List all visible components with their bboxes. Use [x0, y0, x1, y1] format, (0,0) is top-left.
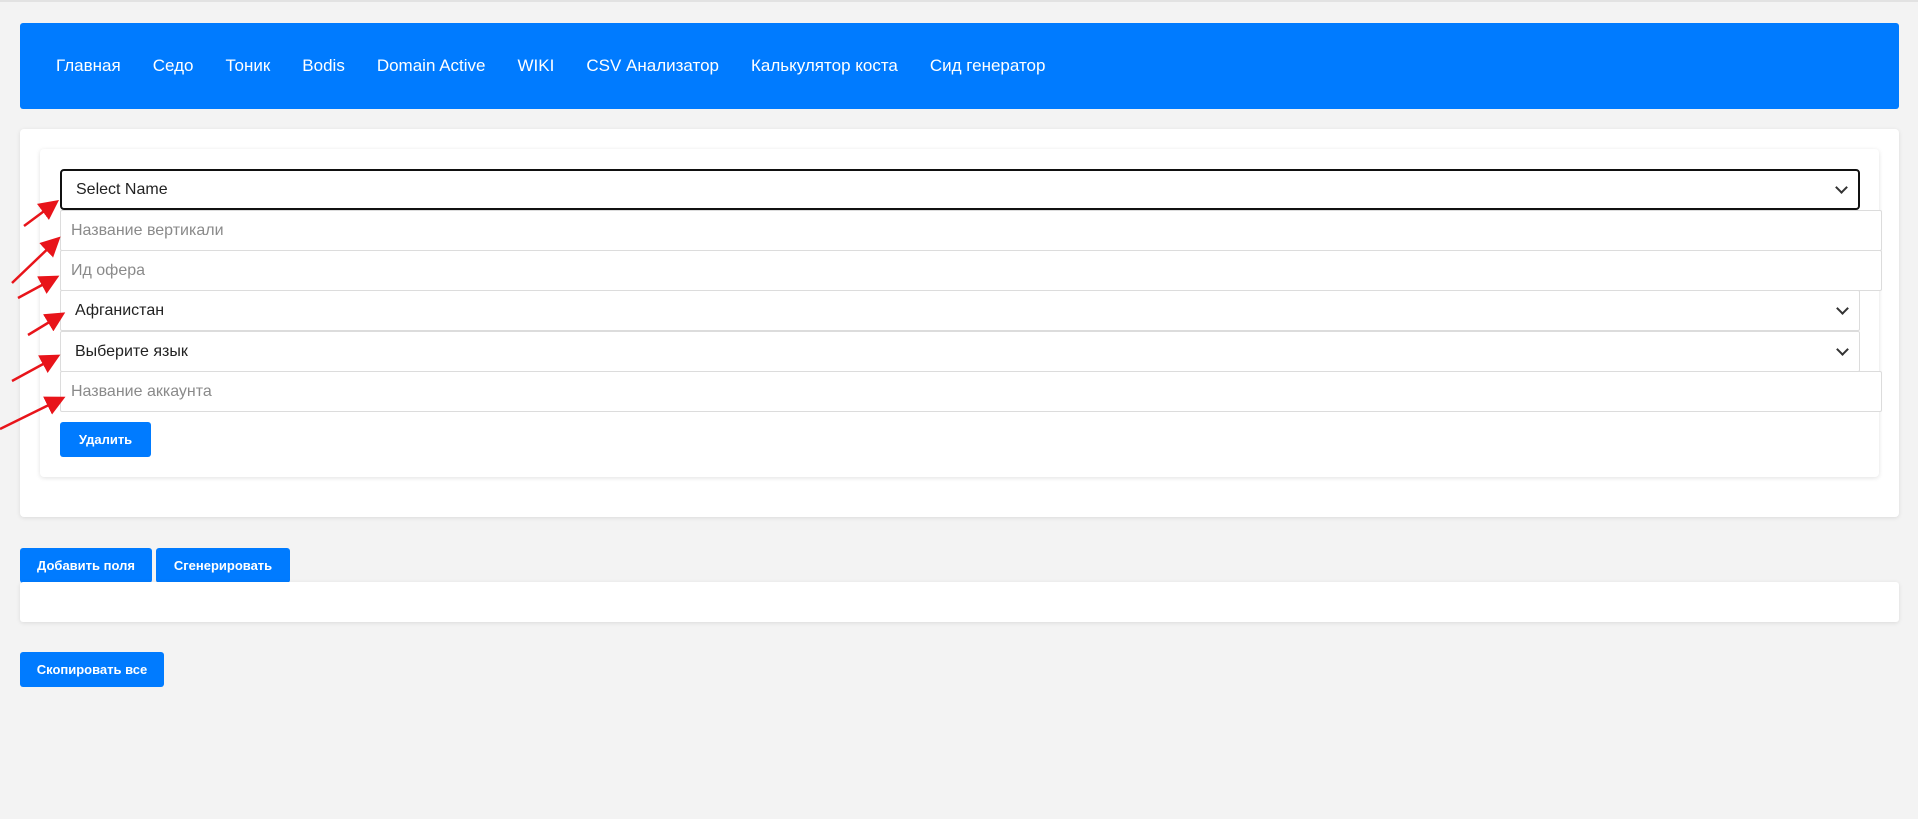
offer-id-input[interactable]: Ид офера [60, 250, 1882, 291]
top-border [0, 0, 1918, 2]
nav-link-bodis[interactable]: Bodis [302, 56, 345, 76]
fields-container: Select Name Название вертикали Ид офера … [20, 129, 1899, 517]
nav-link-cost-calculator[interactable]: Калькулятор коста [751, 56, 898, 76]
nav-link-sedo[interactable]: Седо [153, 56, 194, 76]
nav-link-csv-analyzer[interactable]: CSV Анализатор [586, 56, 719, 76]
account-name-input[interactable]: Название аккаунта [60, 371, 1882, 412]
add-fields-button[interactable]: Добавить поля [20, 548, 152, 583]
field-group-card: Select Name Название вертикали Ид офера … [40, 149, 1882, 477]
nav-link-home[interactable]: Главная [56, 56, 121, 76]
country-select-value: Афганистан [75, 301, 165, 319]
country-select[interactable]: Афганистан [60, 290, 1860, 331]
chevron-down-icon [1836, 301, 1849, 315]
vertical-name-placeholder: Название вертикали [71, 221, 224, 239]
result-output [20, 582, 1899, 622]
language-select-value: Выберите язык [75, 342, 188, 360]
chevron-down-icon [1835, 180, 1848, 194]
name-select[interactable]: Select Name [60, 169, 1860, 210]
generate-button[interactable]: Сгенерировать [156, 548, 290, 583]
account-name-placeholder: Название аккаунта [71, 382, 212, 400]
nav-link-seed-generator[interactable]: Сид генератор [930, 56, 1046, 76]
copy-all-button[interactable]: Скопировать все [20, 652, 164, 687]
name-select-value: Select Name [76, 180, 168, 198]
delete-button[interactable]: Удалить [60, 422, 151, 457]
nav-link-domain-active[interactable]: Domain Active [377, 56, 486, 76]
nav-link-tonik[interactable]: Тоник [225, 56, 270, 76]
offer-id-placeholder: Ид офера [71, 261, 146, 279]
top-navbar: Главная Седо Тоник Bodis Domain Active W… [20, 23, 1899, 109]
chevron-down-icon [1836, 342, 1849, 356]
nav-link-wiki[interactable]: WIKI [518, 56, 555, 76]
language-select[interactable]: Выберите язык [60, 331, 1860, 372]
vertical-name-input[interactable]: Название вертикали [60, 210, 1882, 251]
